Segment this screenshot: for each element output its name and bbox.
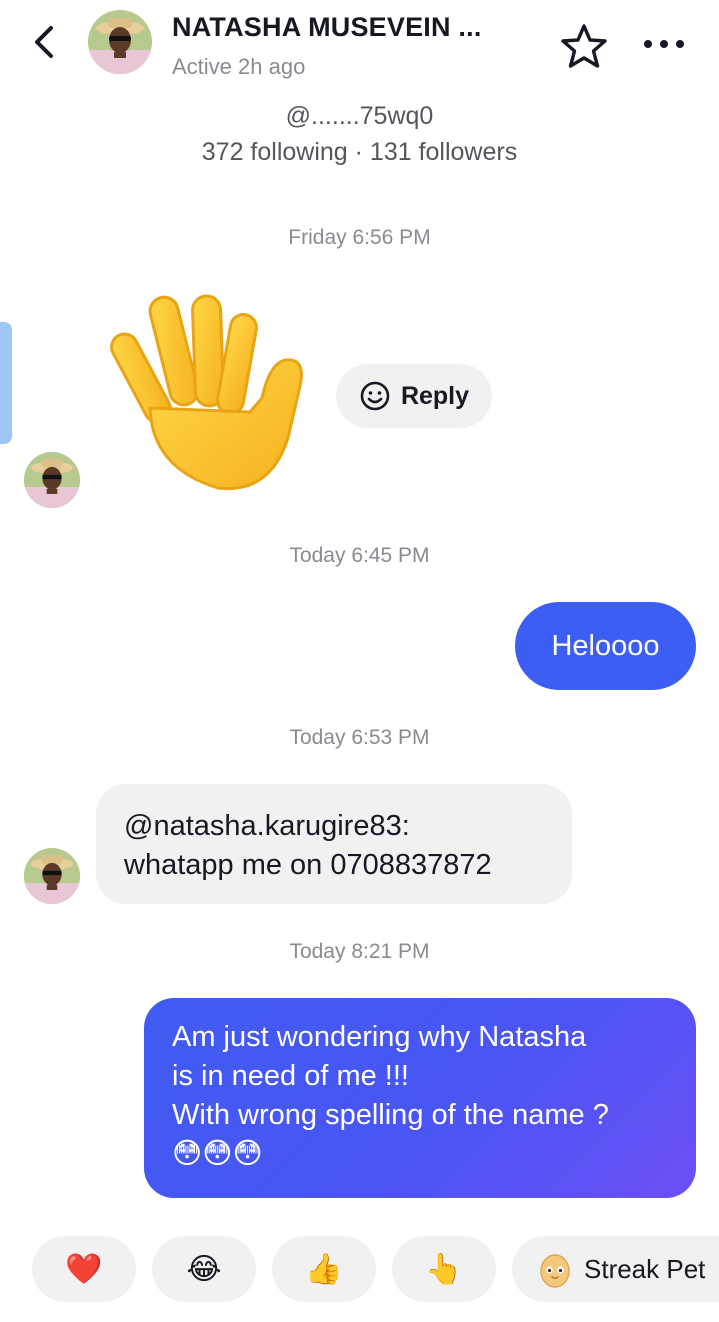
streak-pet-label: Streak Pet	[584, 1253, 706, 1284]
message-text-line: Am just wondering why Natasha	[172, 1021, 587, 1053]
egg-pet-icon	[540, 1254, 570, 1288]
contact-name[interactable]: NATASHA MUSEVEIN ...	[172, 12, 532, 43]
reply-button[interactable]: Reply	[336, 364, 492, 428]
follow-counts: 372 following · 131 followers	[201, 138, 518, 166]
timestamp: Friday 6:56 PM	[288, 226, 431, 249]
avatar-image	[88, 10, 152, 74]
waving-hand-emoji[interactable]	[100, 288, 312, 500]
message-text-line: whatapp me on 0708837872	[124, 849, 492, 881]
thumbs-up-icon: 👍	[305, 1252, 343, 1286]
message-text-line: With wrong spelling of the name ?	[172, 1099, 609, 1131]
smile-icon	[360, 381, 390, 411]
streak-pet-button[interactable]: Streak Pet	[512, 1236, 719, 1302]
chevron-left-icon	[35, 26, 53, 58]
chat-header: NATASHA MUSEVEIN ... Active 2h ago	[0, 0, 719, 96]
contact-handle: @.......75wq0	[285, 102, 434, 130]
message-text: Heloooo	[551, 629, 660, 662]
heart-reaction-button[interactable]: ❤️	[32, 1236, 136, 1302]
laugh-reaction-button[interactable]: 😂	[152, 1236, 256, 1302]
favorite-button[interactable]	[558, 20, 610, 72]
timestamp: Today 6:53 PM	[289, 726, 430, 749]
laughing-face-icon: 😂	[186, 1252, 222, 1286]
active-status: Active 2h ago	[172, 54, 306, 79]
sender-avatar[interactable]	[24, 452, 80, 508]
back-button[interactable]	[22, 20, 66, 64]
scroll-edge-indicator	[0, 322, 12, 444]
thumbs-up-reaction-button[interactable]: 👍	[272, 1236, 376, 1302]
pointing-hand-icon: 👆	[425, 1252, 463, 1286]
avatar-image	[24, 452, 80, 508]
timestamp: Today 6:45 PM	[289, 544, 430, 567]
message-text-line: @natasha.karugire83:	[124, 810, 410, 842]
message-text-line: 😳😳😳	[172, 1138, 263, 1170]
more-options-button[interactable]	[636, 22, 692, 66]
timestamp: Today 8:21 PM	[289, 940, 430, 963]
star-outline-icon	[561, 24, 607, 68]
incoming-message[interactable]: @natasha.karugire83: whatapp me on 07088…	[96, 784, 572, 904]
contact-avatar[interactable]	[88, 10, 152, 74]
outgoing-message[interactable]: Heloooo	[515, 602, 696, 690]
reply-label: Reply	[400, 381, 470, 410]
avatar-image	[24, 848, 80, 904]
outgoing-message[interactable]: Am just wondering why Natasha is in need…	[144, 998, 696, 1198]
message-text-line: is in need of me !!!	[172, 1060, 409, 1092]
waving-hand-icon	[110, 294, 303, 491]
point-reaction-button[interactable]: 👆	[392, 1236, 496, 1302]
ellipsis-icon	[644, 40, 684, 48]
heart-icon: ❤️	[65, 1252, 103, 1286]
sender-avatar[interactable]	[24, 848, 80, 904]
quick-reaction-bar: ❤️ 😂 👍 👆 Streak Pet	[0, 1236, 719, 1304]
